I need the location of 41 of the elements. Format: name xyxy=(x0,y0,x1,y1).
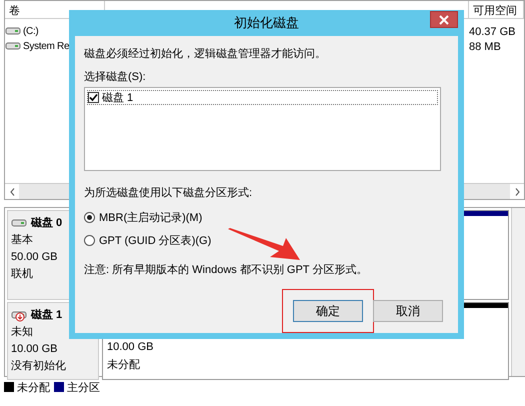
partition-style-label: 为所选磁盘使用以下磁盘分区形式: xyxy=(84,186,254,200)
column-header[interactable]: 可用空间 xyxy=(469,1,524,18)
note-text: 注意: 所有早期版本的 Windows 都不识别 GPT 分区形式。 xyxy=(84,262,368,277)
checkbox[interactable] xyxy=(88,92,99,103)
vertical-scrollbar[interactable] xyxy=(511,208,525,376)
volume-name: (C:) xyxy=(23,26,38,37)
legend-label: 未分配 xyxy=(17,380,50,394)
radio-button[interactable] xyxy=(84,235,95,246)
disk-status: 没有初始化 xyxy=(11,358,66,374)
disk-icon xyxy=(5,26,21,38)
scroll-left-icon[interactable] xyxy=(10,188,14,196)
close-button[interactable] xyxy=(430,11,458,28)
disk-status: 联机 xyxy=(11,267,33,282)
disk-type: 未知 xyxy=(11,325,33,340)
dialog-title: 初始化磁盘 xyxy=(234,14,299,32)
legend-label: 主分区 xyxy=(67,380,100,394)
radio-label[interactable]: GPT (GUID 分区表)(G) xyxy=(99,233,212,248)
select-disk-label: 选择磁盘(S): xyxy=(84,70,147,84)
disk-icon xyxy=(11,310,27,322)
arrow-drawing xyxy=(228,228,300,260)
disk-size: 10.00 GB xyxy=(11,342,58,357)
dialog-button[interactable]: 确定 xyxy=(293,300,363,322)
disk-list-item[interactable]: 磁盘 1 xyxy=(102,90,134,105)
partition-size: 10.00 GB xyxy=(107,340,154,355)
disk-name: 磁盘 0 xyxy=(31,216,62,231)
disk-type: 基本 xyxy=(11,233,33,248)
disk-size: 50.00 GB xyxy=(11,250,58,265)
scroll-right-icon[interactable] xyxy=(514,188,520,196)
disk-list[interactable]: 磁盘 1 xyxy=(84,87,441,171)
radio-label[interactable]: MBR(主启动记录)(M) xyxy=(99,210,202,225)
disk-icon xyxy=(11,218,27,230)
dialog-button[interactable]: 取消 xyxy=(373,300,443,322)
disk-name: 磁盘 1 xyxy=(31,308,62,323)
free-space: 88 MB xyxy=(469,40,501,52)
partition-label: 未分配 xyxy=(107,358,141,373)
dialog-message: 磁盘必须经过初始化，逻辑磁盘管理器才能访问。 xyxy=(84,46,327,61)
radio-button[interactable] xyxy=(84,212,95,223)
disk-icon xyxy=(5,40,21,52)
close-icon xyxy=(439,14,449,24)
free-space: 40.37 GB xyxy=(469,26,516,38)
volume-name: System Re xyxy=(23,41,70,52)
